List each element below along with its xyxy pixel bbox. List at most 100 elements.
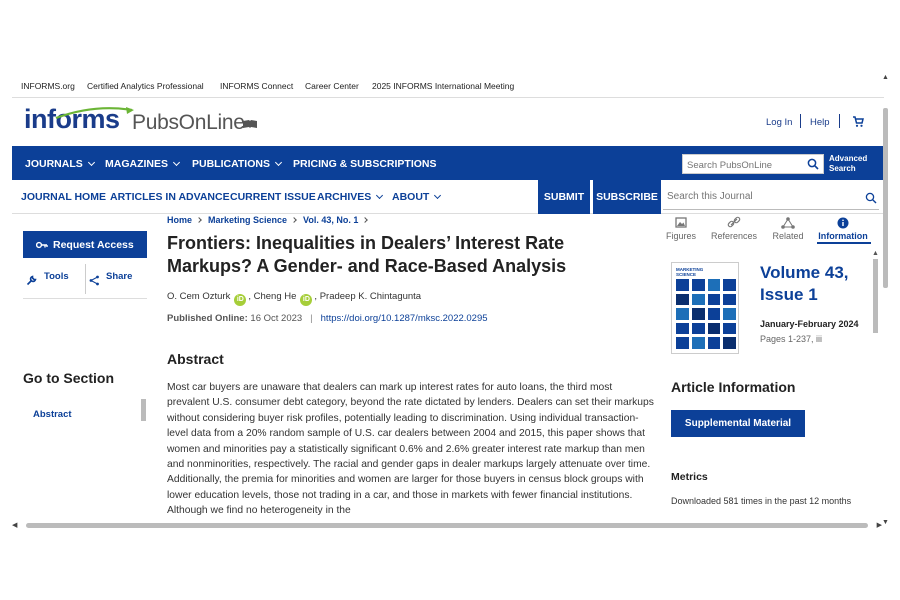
network-icon xyxy=(781,217,795,229)
image-icon xyxy=(675,217,687,228)
info-icon xyxy=(837,217,849,229)
logo-product: PubsOnLine xyxy=(132,111,245,134)
key-icon xyxy=(36,241,48,249)
breadcrumb-issue[interactable]: Vol. 43, No. 1 xyxy=(303,215,358,225)
author-name[interactable]: Pradeep K. Chintagunta xyxy=(320,291,421,302)
cover-title: MARKETING SCIENCE xyxy=(676,267,703,277)
nav-label: ARCHIVES xyxy=(317,191,372,203)
chevron-right-icon xyxy=(291,217,297,223)
scroll-up-icon[interactable]: ▲ xyxy=(872,250,879,257)
divider xyxy=(839,114,840,128)
journal-home-link[interactable]: JOURNAL HOME xyxy=(21,191,106,203)
pubsonline-search xyxy=(682,154,824,175)
panel-scrollbar[interactable] xyxy=(873,259,878,333)
scroll-up-icon[interactable]: ▲ xyxy=(882,74,889,81)
request-access-button[interactable]: Request Access xyxy=(23,231,147,258)
advanced-search-label: Search xyxy=(829,164,856,173)
archives-link[interactable]: ARCHIVES xyxy=(317,191,384,203)
orcid-icon[interactable]: iD xyxy=(234,294,247,306)
breadcrumb-journal[interactable]: Marketing Science xyxy=(208,215,287,225)
nav-label: JOURNALS xyxy=(25,158,83,170)
published-date: 16 Oct 2023 xyxy=(250,313,303,324)
pubsonline-search-input[interactable] xyxy=(683,156,803,175)
tab-figures[interactable]: Figures xyxy=(653,214,709,248)
advanced-search-link[interactable]: Advanced Search xyxy=(829,154,867,174)
link-icon xyxy=(727,216,741,228)
chevron-right-icon xyxy=(362,217,369,223)
journal-nav: JOURNAL HOME ARTICLES IN ADVANCE CURRENT… xyxy=(12,180,884,214)
main-nav: JOURNALS MAGAZINES PUBLICATIONS PRICING … xyxy=(12,146,884,180)
informs-logo[interactable]: informs PubsOnLine xyxy=(24,104,264,138)
journal-cover-image[interactable]: MARKETING SCIENCE xyxy=(671,262,739,354)
current-issue-link[interactable]: CURRENT ISSUE xyxy=(230,191,316,203)
chevron-down-icon xyxy=(87,158,95,167)
tab-label: References xyxy=(710,231,758,241)
about-link[interactable]: ABOUT xyxy=(392,191,442,203)
tools-link[interactable]: Tools xyxy=(44,271,69,282)
wrench-icon[interactable] xyxy=(26,275,37,286)
scroll-down-icon[interactable]: ▼ xyxy=(882,519,889,526)
subscribe-button[interactable]: SUBSCRIBE xyxy=(593,180,661,214)
book-icon xyxy=(243,120,257,128)
submit-button[interactable]: SUBMIT xyxy=(538,180,590,214)
abstract-heading: Abstract xyxy=(167,351,224,367)
header: informs PubsOnLine Log In Help xyxy=(12,98,884,146)
download-count: Downloaded 581 times in the past 12 mont… xyxy=(671,496,852,506)
journal-search xyxy=(663,184,879,210)
tab-label: Related xyxy=(772,231,804,241)
util-link-career[interactable]: Career Center xyxy=(305,81,359,91)
nav-publications[interactable]: PUBLICATIONS xyxy=(192,158,283,170)
nav-pricing[interactable]: PRICING & SUBSCRIPTIONS xyxy=(293,158,437,170)
author-name[interactable]: Cheng He xyxy=(254,291,297,302)
doi-link[interactable]: https://doi.org/10.1287/mksc.2022.0295 xyxy=(321,313,488,324)
util-link-meeting[interactable]: 2025 INFORMS International Meeting xyxy=(372,81,514,91)
author-list: O. Cem Ozturk iD, Cheng He iD, Pradeep K. … xyxy=(167,291,421,306)
scrollbar-thumb[interactable] xyxy=(26,523,868,528)
page-vertical-scrollbar[interactable]: ▲ ▼ xyxy=(881,74,890,526)
cover-art xyxy=(676,279,736,349)
chevron-down-icon xyxy=(376,191,384,200)
page-horizontal-scrollbar[interactable]: ◀ ▶ xyxy=(12,520,882,530)
author-name[interactable]: O. Cem Ozturk xyxy=(167,291,230,302)
supplemental-material-button[interactable]: Supplemental Material xyxy=(671,410,805,437)
nav-magazines[interactable]: MAGAZINES xyxy=(105,158,181,170)
share-link[interactable]: Share xyxy=(106,271,132,282)
request-access-label: Request Access xyxy=(53,239,134,251)
login-link[interactable]: Log In xyxy=(766,117,792,128)
tab-label: Figures xyxy=(665,231,696,241)
scroll-left-icon[interactable]: ◀ xyxy=(12,521,17,529)
section-scrollbar[interactable] xyxy=(141,399,146,421)
help-link[interactable]: Help xyxy=(810,117,830,128)
breadcrumb: Home Marketing Science Vol. 43, No. 1 xyxy=(167,215,374,225)
divider xyxy=(85,264,86,294)
tab-references[interactable]: References xyxy=(706,214,762,248)
articles-in-advance-link[interactable]: ARTICLES IN ADVANCE xyxy=(110,191,230,203)
util-link-connect[interactable]: INFORMS Connect xyxy=(220,81,293,91)
divider: | xyxy=(310,313,313,324)
article-information-heading: Article Information xyxy=(671,379,796,395)
scroll-right-icon[interactable]: ▶ xyxy=(877,521,882,529)
share-icon[interactable] xyxy=(89,275,100,286)
search-icon[interactable] xyxy=(865,192,877,204)
journal-search-input[interactable] xyxy=(663,184,853,208)
tab-label: Information xyxy=(818,231,868,241)
issue-pages: Pages 1-237, iii xyxy=(760,334,823,344)
section-link-abstract[interactable]: Abstract xyxy=(33,409,72,420)
orcid-icon[interactable]: iD xyxy=(300,294,313,306)
search-icon[interactable] xyxy=(807,158,819,170)
issue-volume-link[interactable]: Volume 43, Issue 1 xyxy=(760,262,870,306)
divider xyxy=(23,298,147,299)
tab-related[interactable]: Related xyxy=(760,214,816,248)
chevron-down-icon xyxy=(434,191,442,200)
util-link-cap[interactable]: Certified Analytics Professional xyxy=(87,81,204,91)
util-link-informs[interactable]: INFORMS.org xyxy=(21,81,75,91)
nav-label: ABOUT xyxy=(392,191,430,203)
breadcrumb-home[interactable]: Home xyxy=(167,215,192,225)
publication-info: Published Online: 16 Oct 2023 | https://do… xyxy=(167,313,488,324)
metrics-heading: Metrics xyxy=(671,471,708,483)
issue-date: January-February 2024 xyxy=(760,319,859,329)
cart-icon[interactable] xyxy=(852,116,864,128)
scrollbar-thumb[interactable] xyxy=(883,108,888,288)
nav-journals[interactable]: JOURNALS xyxy=(25,158,95,170)
abstract-text: Most car buyers are unaware that dealers… xyxy=(167,382,654,517)
